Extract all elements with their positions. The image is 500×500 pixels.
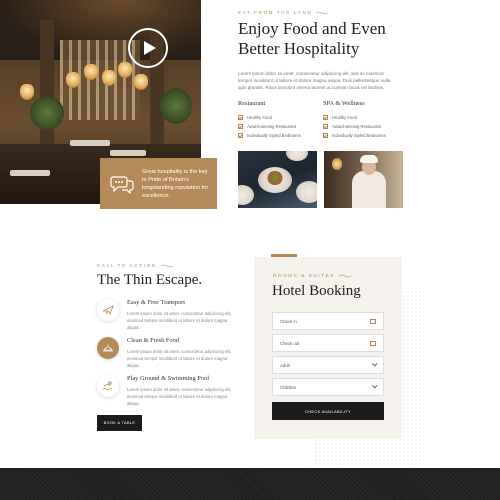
escape-icon-wrap (97, 299, 119, 321)
accent-bar (271, 254, 297, 257)
hotel-booking-panel: ROOMS & SUITES Hotel Booking Check in Ch… (254, 254, 402, 439)
footer-strip (0, 468, 500, 500)
checkbox-icon (238, 115, 243, 120)
ornament-icon (338, 274, 352, 277)
check-in-field[interactable]: Check in (272, 312, 384, 330)
quote-text: Great hospitality is the key to Pride of… (142, 168, 209, 199)
check-availability-button[interactable]: CHECK AVAILABILITY (272, 402, 384, 420)
escape-icon-wrap (97, 337, 119, 359)
escape-item-food: Clean & Fresh Food Lorem ipsum dolor sit… (97, 337, 247, 369)
feature-item: Individually Styled Bedrooms (323, 131, 408, 140)
video-play-button[interactable] (128, 28, 168, 68)
adult-select[interactable]: Adult (272, 356, 384, 374)
booking-eyebrow: ROOMS & SUITES (273, 273, 353, 278)
feature-item-label: Award-winning Restaurant (332, 124, 382, 129)
play-icon (143, 41, 156, 55)
feature-item-label: Healthy Food (332, 115, 357, 120)
feature-item-label: Individually Styled Bedrooms (247, 133, 301, 138)
feature-item: Award-winning Restaurant (238, 122, 323, 131)
feature-item-label: Award-winning Restaurant (247, 124, 297, 129)
dinner-table-photo (238, 151, 317, 208)
hero-paragraph: Lorem ipsum dolor sit amet, consectetur … (238, 71, 391, 91)
dish-icon (103, 344, 113, 352)
escape-eyebrow: CALL TO ACTION (97, 263, 247, 268)
escape-item-title: Play Ground & Swimming Pool (127, 375, 210, 382)
feature-column-restaurant: Restaurant Healthy Food Award-winning Re… (238, 100, 323, 140)
hospitality-quote-box: Great hospitality is the key to Pride of… (100, 158, 217, 209)
escape-item-pool: Play Ground & Swimming Pool Lorem ipsum … (97, 375, 247, 407)
feature-item: Award-winning Restaurant (323, 122, 408, 131)
hero-title-line2: Better Hospitality (238, 39, 360, 58)
feature-item: Healthy Food (238, 113, 323, 122)
checkbox-icon (238, 133, 243, 138)
feature-item: Healthy Food (323, 113, 408, 122)
chat-bubbles-icon (110, 175, 134, 194)
ornament-icon (316, 11, 329, 14)
hero-text-block: EAT FROM THE LAND Enjoy Food and Even Be… (238, 10, 486, 92)
airplane-icon (102, 305, 114, 315)
children-label: Children (280, 384, 297, 390)
feature-item-label: Individually Styled Bedrooms (332, 133, 386, 138)
ornament-icon (160, 264, 173, 267)
escape-item-transport: Easy & Free Transport Lorem ipsum dolor … (97, 299, 247, 331)
checkbox-icon (323, 115, 328, 120)
check-out-label: Check out (280, 340, 300, 346)
features-list: Restaurant Healthy Food Award-winning Re… (238, 100, 408, 140)
feature-heading-spa: SPA & Wellness (323, 100, 365, 107)
children-select[interactable]: Children (272, 378, 384, 396)
spa-guest-photo (324, 151, 403, 208)
feature-item-label: Healthy Food (247, 115, 272, 120)
booking-eyebrow-label: ROOMS & SUITES (273, 273, 335, 278)
check-in-label: Check in (280, 318, 297, 324)
hero-eyebrow: EAT FROM THE LAND (238, 10, 486, 15)
book-table-button[interactable]: BOOK A TABLE (97, 415, 142, 431)
escape-item-text: Lorem ipsum dolor sit amet, consectetur … (127, 311, 232, 330)
escape-section: CALL TO ACTION The Thin Escape. (97, 263, 247, 289)
checkbox-icon (323, 124, 328, 129)
checkbox-icon (238, 124, 243, 129)
escape-item-text: Lorem ipsum dolor sit amet, consectetur … (127, 387, 232, 406)
check-out-field[interactable]: Check out (272, 334, 384, 352)
escape-item-text: Lorem ipsum dolor sit amet, consectetur … (127, 349, 232, 368)
escape-eyebrow-label: CALL TO ACTION (97, 263, 157, 268)
adult-label: Adult (280, 362, 290, 368)
swimmer-icon (102, 381, 113, 390)
chevron-down-icon (371, 361, 377, 367)
hero-title: Enjoy Food and Even Better Hospitality (238, 19, 486, 59)
booking-title: Hotel Booking (272, 283, 361, 299)
hero-title-line1: Enjoy Food and Even (238, 19, 386, 38)
calendar-icon (370, 318, 376, 324)
escape-icon-wrap (97, 375, 119, 397)
calendar-icon (370, 340, 376, 346)
escape-title: The Thin Escape. (97, 272, 203, 288)
escape-item-title: Clean & Fresh Food (127, 337, 180, 344)
chevron-down-icon (371, 383, 377, 389)
hero-eyebrow-label: EAT FROM THE LAND (238, 10, 313, 15)
feature-column-spa: SPA & Wellness Healthy Food Award-winnin… (323, 100, 408, 140)
feature-item: Individually Styled Bedrooms (238, 131, 323, 140)
checkbox-icon (323, 133, 328, 138)
escape-item-title: Easy & Free Transport (127, 299, 186, 306)
feature-heading-restaurant: Restaurant (238, 100, 266, 107)
